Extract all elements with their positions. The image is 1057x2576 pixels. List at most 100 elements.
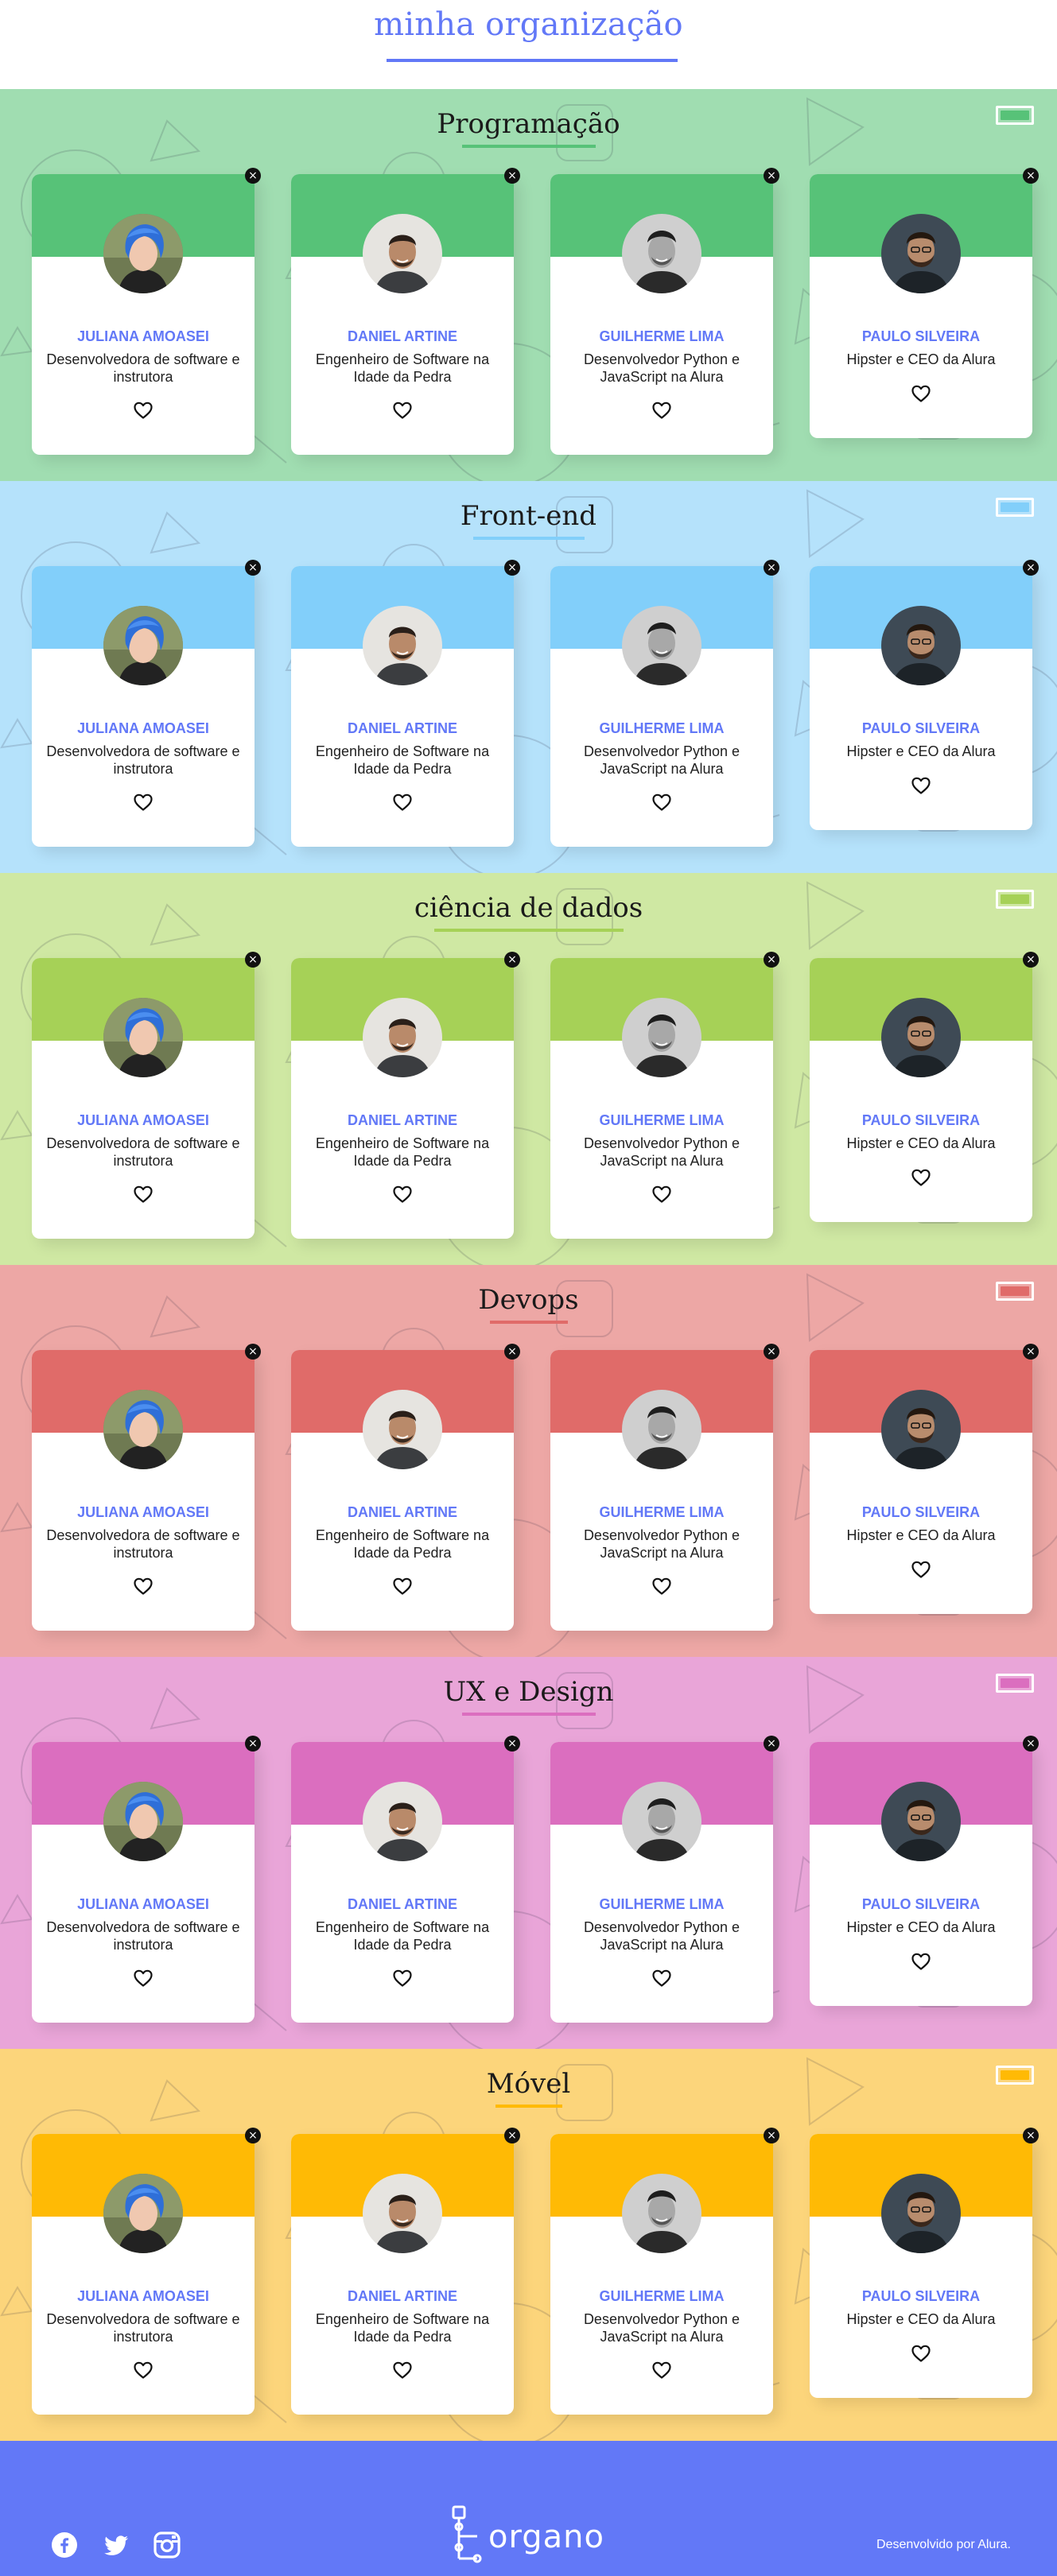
heart-icon[interactable] [392,401,413,420]
avatar [622,606,701,685]
member-role: Engenheiro de Software na Idade da Pedra [315,1527,490,1561]
heart-icon[interactable] [392,1577,413,1596]
close-icon[interactable]: × [504,2128,520,2143]
member-name: DANIEL ARTINE [347,720,457,736]
member-role: Desenvolvedora de software e instrutora [46,1919,240,1953]
color-swatch [1001,502,1029,512]
color-swatch [1001,894,1029,904]
member-card: × JULIANA AMOASEI Desenvolvedora de soft… [32,168,261,455]
color-picker-icon[interactable] [996,890,1034,909]
close-icon[interactable]: × [504,952,520,968]
team-title: Programação [437,108,620,140]
team-title-underline [433,929,624,932]
close-icon[interactable]: × [764,560,779,576]
heart-icon[interactable] [133,793,153,812]
member-role: Hipster e CEO da Alura [846,1527,996,1543]
member-role: Engenheiro de Software na Idade da Pedra [315,2311,490,2345]
member-role: Desenvolvedor Python e JavaScript na Alu… [583,1527,740,1561]
heart-icon[interactable] [133,1577,153,1596]
member-card: × DANIEL ARTINE Engenheiro de Software n… [291,1736,520,2023]
color-swatch [1001,2070,1029,2080]
heart-icon[interactable] [133,1969,153,1988]
close-icon[interactable]: × [245,952,261,968]
heart-icon[interactable] [651,1185,672,1204]
close-icon[interactable]: × [1023,952,1039,968]
member-card: × PAULO SILVEIRA Hipster e CEO da Alura [810,2128,1039,2398]
heart-icon[interactable] [911,384,931,403]
twitter-icon[interactable] [103,2531,130,2559]
heart-icon[interactable] [392,793,413,812]
close-icon[interactable]: × [1023,168,1039,184]
close-icon[interactable]: × [504,168,520,184]
close-icon[interactable]: × [764,2128,779,2143]
close-icon[interactable]: × [245,1344,261,1360]
heart-icon[interactable] [392,1185,413,1204]
member-name: DANIEL ARTINE [347,2288,457,2304]
team-section: Devops × JULIANA AMOASEI Desenvolvedora … [0,1265,1057,1657]
avatar [363,1390,442,1469]
close-icon[interactable]: × [764,1344,779,1360]
member-name: JULIANA AMOASEI [77,2288,209,2304]
heart-icon[interactable] [911,1168,931,1187]
heart-icon[interactable] [133,2361,153,2380]
avatar [103,2174,183,2253]
close-icon[interactable]: × [764,952,779,968]
heart-icon[interactable] [651,1969,672,1988]
member-role: Desenvolvedor Python e JavaScript na Alu… [583,2311,740,2345]
heart-icon[interactable] [911,1952,931,1971]
close-icon[interactable]: × [1023,2128,1039,2143]
color-picker-icon[interactable] [996,1674,1034,1693]
member-card: × JULIANA AMOASEI Desenvolvedora de soft… [32,560,261,847]
avatar [103,1782,183,1861]
member-card: × JULIANA AMOASEI Desenvolvedora de soft… [32,2128,261,2415]
color-swatch [1001,111,1029,120]
member-name: PAULO SILVEIRA [861,1504,981,1520]
avatar [103,998,183,1077]
team-title-underline [461,1713,596,1716]
instagram-icon[interactable] [153,2531,181,2559]
heart-icon[interactable] [392,2361,413,2380]
heart-icon[interactable] [651,793,672,812]
team-title: Front-end [460,500,597,532]
heart-icon[interactable] [911,776,931,795]
close-icon[interactable]: × [504,560,520,576]
heart-icon[interactable] [133,401,153,420]
team-title-underline [495,2105,562,2108]
member-role: Desenvolvedora de software e instrutora [46,1527,240,1561]
color-picker-icon[interactable] [996,2066,1034,2085]
heart-icon[interactable] [911,2344,931,2363]
heart-icon[interactable] [651,2361,672,2380]
heart-icon[interactable] [651,1577,672,1596]
team-section: UX e Design × JULIANA AMOASEI Desenvolve… [0,1657,1057,2049]
close-icon[interactable]: × [504,1736,520,1752]
team-title-underline [489,1321,568,1324]
close-icon[interactable]: × [245,1736,261,1752]
close-icon[interactable]: × [245,2128,261,2143]
team-section: Móvel × JULIANA AMOASEI Desenvolvedora d… [0,2049,1057,2441]
avatar [363,214,442,293]
close-icon[interactable]: × [764,168,779,184]
close-icon[interactable]: × [1023,1344,1039,1360]
close-icon[interactable]: × [1023,1736,1039,1752]
close-icon[interactable]: × [245,168,261,184]
logo-icon [452,2505,482,2563]
heart-icon[interactable] [392,1969,413,1988]
team-title: Móvel [486,2068,571,2100]
avatar [363,2174,442,2253]
color-picker-icon[interactable] [996,106,1034,125]
avatar [622,998,701,1077]
close-icon[interactable]: × [764,1736,779,1752]
heart-icon[interactable] [651,401,672,420]
heart-icon[interactable] [133,1185,153,1204]
close-icon[interactable]: × [245,560,261,576]
color-picker-icon[interactable] [996,1282,1034,1301]
color-swatch [1001,1286,1029,1296]
close-icon[interactable]: × [1023,560,1039,576]
color-picker-icon[interactable] [996,498,1034,517]
heart-icon[interactable] [911,1560,931,1579]
member-card: × GUILHERME LIMA Desenvolvedor Python e … [550,2128,779,2415]
close-icon[interactable]: × [504,1344,520,1360]
facebook-icon[interactable] [51,2531,78,2559]
avatar [363,998,442,1077]
member-card: × JULIANA AMOASEI Desenvolvedora de soft… [32,1344,261,1631]
